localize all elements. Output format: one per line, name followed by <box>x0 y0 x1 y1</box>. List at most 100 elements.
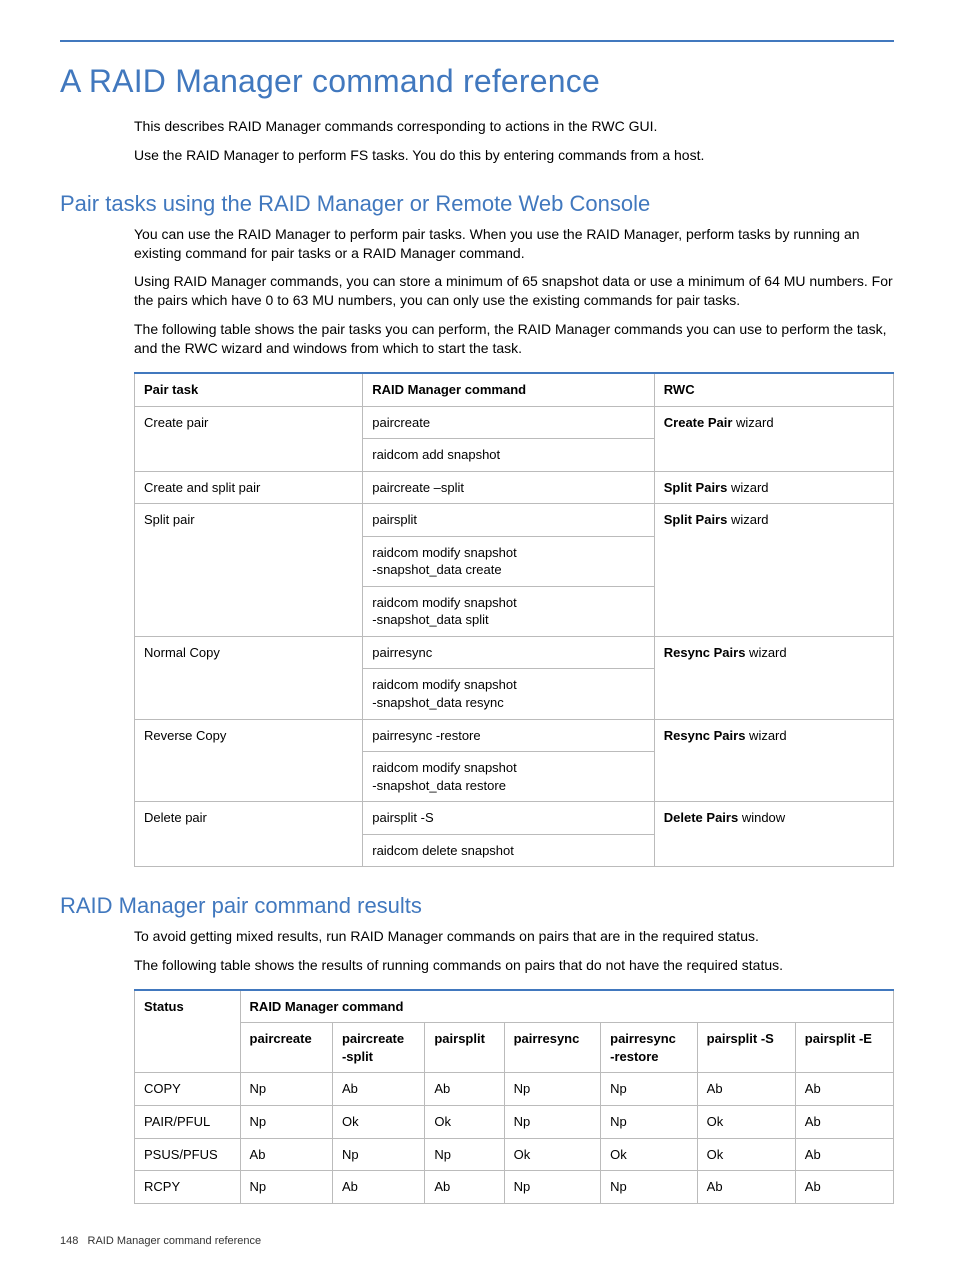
cell-cmd: raidcom modify snapshot -snapshot_data cr… <box>363 536 655 586</box>
table-subheader-row: paircreate paircreate-split pairsplit pa… <box>135 1023 894 1073</box>
cell-val: Ab <box>425 1073 504 1106</box>
footer-label: RAID Manager command reference <box>88 1235 262 1247</box>
th-c6: pairsplit -S <box>697 1023 795 1073</box>
rwc-text: wizard <box>727 480 768 495</box>
table-row: Delete pair pairsplit -S Delete Pairs wi… <box>135 802 894 835</box>
cell-cmd: raidcom add snapshot <box>363 439 655 472</box>
cell-val: Ab <box>425 1171 504 1204</box>
intro-block: This describes RAID Manager commands cor… <box>134 117 894 165</box>
cell-val: Ab <box>795 1138 893 1171</box>
cell-val: Np <box>332 1138 424 1171</box>
th-c2: paircreate-split <box>332 1023 424 1073</box>
cmd-line: -snapshot_data split <box>372 612 488 627</box>
cmd-line: -snapshot_data resync <box>372 695 504 710</box>
th-raid-cmd: RAID Manager command <box>363 373 655 406</box>
cell-val: Np <box>601 1171 698 1204</box>
cell-val: Np <box>504 1073 601 1106</box>
cell-rwc: Split Pairs wizard <box>654 504 893 637</box>
cell-val: Np <box>240 1171 332 1204</box>
cell-cmd: pairsplit -S <box>363 802 655 835</box>
rwc-text: wizard <box>732 415 773 430</box>
cell-val: Ok <box>697 1138 795 1171</box>
s2-p2: The following table shows the results of… <box>134 956 894 975</box>
cell-val: Ab <box>240 1138 332 1171</box>
cell-val: Ok <box>332 1105 424 1138</box>
cmd-line: -snapshot_data create <box>372 562 501 577</box>
results-table: Status RAID Manager command paircreate p… <box>134 989 894 1204</box>
rwc-bold: Split Pairs <box>664 480 728 495</box>
table-header-row: Pair task RAID Manager command RWC <box>135 373 894 406</box>
s1-p1: You can use the RAID Manager to perform … <box>134 225 894 263</box>
cell-val: Np <box>240 1073 332 1106</box>
cell-rwc: Delete Pairs window <box>654 802 893 867</box>
cell-task: Normal Copy <box>135 636 363 719</box>
cell-val: Np <box>504 1105 601 1138</box>
cell-rwc: Resync Pairs wizard <box>654 636 893 719</box>
rwc-text: wizard <box>745 645 786 660</box>
cell-rwc: Create Pair wizard <box>654 406 893 471</box>
rwc-text: window <box>738 810 785 825</box>
cell-val: Ab <box>697 1073 795 1106</box>
th-c7: pairsplit -E <box>795 1023 893 1073</box>
cmd-line: raidcom modify snapshot <box>372 677 517 692</box>
page-footer: 148 RAID Manager command reference <box>60 1234 894 1249</box>
table-header-row: Status RAID Manager command <box>135 990 894 1023</box>
section2-body: To avoid getting mixed results, run RAID… <box>134 927 894 1204</box>
th-c5: pairresync-restore <box>601 1023 698 1073</box>
table-row: COPY Np Ab Ab Np Np Ab Ab <box>135 1073 894 1106</box>
th-rwc: RWC <box>654 373 893 406</box>
th-status: Status <box>135 990 241 1073</box>
intro-p2: Use the RAID Manager to perform FS tasks… <box>134 146 894 165</box>
table-row: Split pair pairsplit Split Pairs wizard <box>135 504 894 537</box>
rwc-bold: Create Pair <box>664 415 733 430</box>
table-row: PAIR/PFUL Np Ok Ok Np Np Ok Ab <box>135 1105 894 1138</box>
cell-task: Create pair <box>135 406 363 471</box>
page-number: 148 <box>60 1235 78 1247</box>
s2-p1: To avoid getting mixed results, run RAID… <box>134 927 894 946</box>
cell-status: RCPY <box>135 1171 241 1204</box>
cell-rwc: Resync Pairs wizard <box>654 719 893 802</box>
rwc-bold: Resync Pairs <box>664 728 746 743</box>
cell-val: Ab <box>332 1073 424 1106</box>
cell-cmd: raidcom modify snapshot -snapshot_data sp… <box>363 586 655 636</box>
table-row: PSUS/PFUS Ab Np Np Ok Ok Ok Ab <box>135 1138 894 1171</box>
cmd-line: -snapshot_data restore <box>372 778 506 793</box>
cmd-line: raidcom modify snapshot <box>372 545 517 560</box>
cmd-line: raidcom modify snapshot <box>372 760 517 775</box>
cell-task: Create and split pair <box>135 471 363 504</box>
top-rule <box>60 40 894 42</box>
cell-status: COPY <box>135 1073 241 1106</box>
th-pair-task: Pair task <box>135 373 363 406</box>
cell-cmd: pairsplit <box>363 504 655 537</box>
cell-cmd: paircreate <box>363 406 655 439</box>
section2-heading: RAID Manager pair command results <box>60 891 894 921</box>
cell-val: Np <box>504 1171 601 1204</box>
cell-cmd: paircreate –split <box>363 471 655 504</box>
th-group: RAID Manager command <box>240 990 893 1023</box>
cell-val: Ok <box>425 1105 504 1138</box>
cell-task: Reverse Copy <box>135 719 363 802</box>
rwc-text: wizard <box>727 512 768 527</box>
cell-cmd: raidcom modify snapshot -snapshot_data re… <box>363 669 655 719</box>
cell-task: Delete pair <box>135 802 363 867</box>
cell-val: Ab <box>332 1171 424 1204</box>
cell-val: Ok <box>504 1138 601 1171</box>
cell-rwc: Split Pairs wizard <box>654 471 893 504</box>
page-title: A RAID Manager command reference <box>60 60 894 103</box>
cell-val: Ok <box>601 1138 698 1171</box>
rwc-bold: Resync Pairs <box>664 645 746 660</box>
hdr-line: pairresync <box>610 1031 676 1046</box>
cell-cmd: raidcom delete snapshot <box>363 834 655 867</box>
table-row: Normal Copy pairresync Resync Pairs wiza… <box>135 636 894 669</box>
cell-val: Ab <box>697 1171 795 1204</box>
rwc-bold: Delete Pairs <box>664 810 738 825</box>
hdr-line: paircreate <box>342 1031 404 1046</box>
cell-val: Np <box>425 1138 504 1171</box>
cmd-line: raidcom modify snapshot <box>372 595 517 610</box>
th-c1: paircreate <box>240 1023 332 1073</box>
table-row: Create pair paircreate Create Pair wizar… <box>135 406 894 439</box>
table-row: Reverse Copy pairresync -restore Resync … <box>135 719 894 752</box>
table-row: Create and split pair paircreate –split … <box>135 471 894 504</box>
cell-cmd: raidcom modify snapshot -snapshot_data re… <box>363 752 655 802</box>
cell-cmd: pairresync <box>363 636 655 669</box>
